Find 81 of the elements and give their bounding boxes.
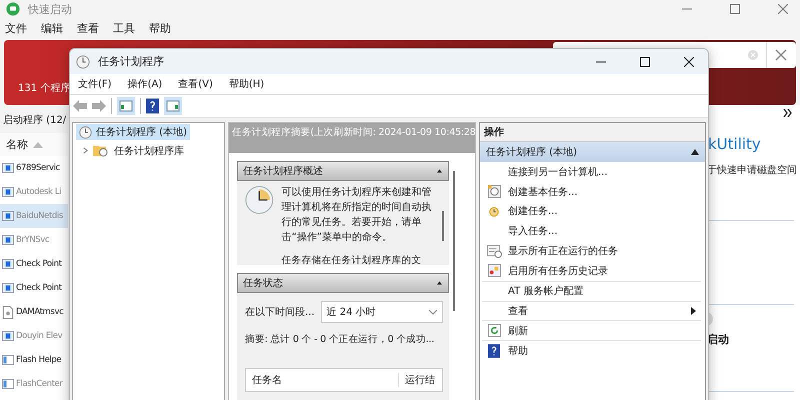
log-icon [488,264,500,278]
app-title: 快速启动 [28,2,72,16]
panel-toggle-icon[interactable] [117,97,135,115]
program-name: Autodesk Li [16,187,62,197]
forward-icon[interactable] [92,100,106,112]
section-header[interactable]: 任务计划程序概述 [237,161,449,181]
close-icon[interactable] [684,56,694,66]
list-row[interactable]: Flash Helpe [0,348,68,372]
maximize-icon[interactable] [640,56,650,66]
window-icon [2,162,14,174]
menu-item[interactable]: 操作(A) [128,77,162,91]
action-item[interactable]: 创建任务... [482,202,701,222]
collapse-icon[interactable] [691,149,699,155]
program-name: Check Point [16,283,62,293]
sort-icon [33,142,43,148]
back-icon[interactable] [73,100,87,112]
refresh-icon [488,324,500,338]
help-icon[interactable] [146,98,159,114]
menu-item[interactable]: 编辑 [41,20,63,36]
actions-header: 操作 [480,123,705,142]
program-name: Douyin Elev [16,331,62,341]
program-name: FlashCenter [16,379,62,389]
window-icon [2,234,14,246]
dropdown-caret-icon [429,310,437,314]
action-item[interactable]: 启用所有任务历史记录 [482,260,701,281]
program-name: 6789Servic [16,163,60,173]
menu-item[interactable]: 文件(F) [78,77,112,91]
program-name: BrYNSvc [16,235,50,245]
list-row[interactable]: DAMAtmsvc [0,300,68,324]
program-name: DAMAtmsvc [16,307,64,317]
menu-item[interactable]: 文件 [5,20,27,36]
list-row[interactable]: 6789Servic [0,156,68,180]
list-row[interactable]: Check Point [0,276,68,300]
window-title: 任务计划程序 [98,54,164,69]
list-clock-icon [486,244,502,258]
submenu-arrow-icon [691,306,696,315]
list-title: 启动程序 (12/ [0,105,68,133]
action-item[interactable]: 查看 [482,300,701,320]
window-icon [2,330,14,342]
actions-group-header[interactable]: 任务计划程序 (本地) [480,142,705,162]
scrollbar-thumb[interactable] [453,171,455,311]
section-header[interactable]: 任务状态 [237,273,449,293]
window-icon [2,258,14,270]
menu-item[interactable]: 帮助(H) [228,77,264,91]
period-label: 在以下时间段... [245,306,315,319]
program-heading: kUtility [708,135,761,153]
program-name: Flash Helpe [16,355,62,365]
panel-toggle-icon[interactable] [164,97,182,115]
list-row[interactable]: Check Point [0,252,68,276]
column-header[interactable]: 任务名 [246,373,399,387]
help-icon [488,344,500,358]
menu-item[interactable]: 查看 [77,20,99,36]
window-icon [2,210,14,222]
summary-header: 任务计划程序摘要(上次刷新时间: 2024-01-09 10:45:28 [229,123,475,153]
window-icon [2,282,14,294]
action-item[interactable]: 导入任务... [482,221,701,242]
tree-item[interactable]: 任务计划程序库 [112,142,186,158]
menu-item[interactable]: 查看(V) [178,77,213,91]
action-item[interactable]: 显示所有正在运行的任务 [482,241,701,261]
status-summary: 摘要: 总计 0 个 - 0 个正在运行，0 个成功... [245,333,436,346]
action-item[interactable]: 连接到另一台计算机... [482,162,701,182]
period-dropdown[interactable]: 近 24 小时 [320,301,443,323]
menu-item[interactable]: 帮助 [149,20,171,36]
tree-item[interactable]: 任务计划程序 (本地) [76,124,190,140]
program-name: BaiduNetdis [16,211,63,221]
column-header[interactable]: 运行结 [399,373,441,387]
menu-item[interactable]: 工具 [113,20,135,36]
action-item[interactable]: 创建基本任务... [482,182,701,202]
scrollbar-thumb[interactable] [442,211,444,241]
overview-text: 任务存储在任务计划程序库的文 [282,254,423,265]
expand-icon[interactable] [783,109,792,117]
collapse-icon[interactable] [437,169,442,173]
action-item[interactable]: 帮助 [482,340,701,360]
collapse-icon[interactable] [437,281,442,285]
program-name: Check Point [16,259,62,269]
overview-text: 可以使用任务计划程序来创建和管理计算机将在所指定的时间自动执行的常见任务。若要开始，请单击“操作”菜单中的命令。 [282,186,433,245]
expand-chevron-icon[interactable] [82,147,89,154]
folder-clock-icon [93,144,108,157]
action-item[interactable]: 刷新 [482,320,701,340]
window-icon [2,186,14,198]
action-item[interactable]: AT 服务帐户配置 [482,280,701,301]
